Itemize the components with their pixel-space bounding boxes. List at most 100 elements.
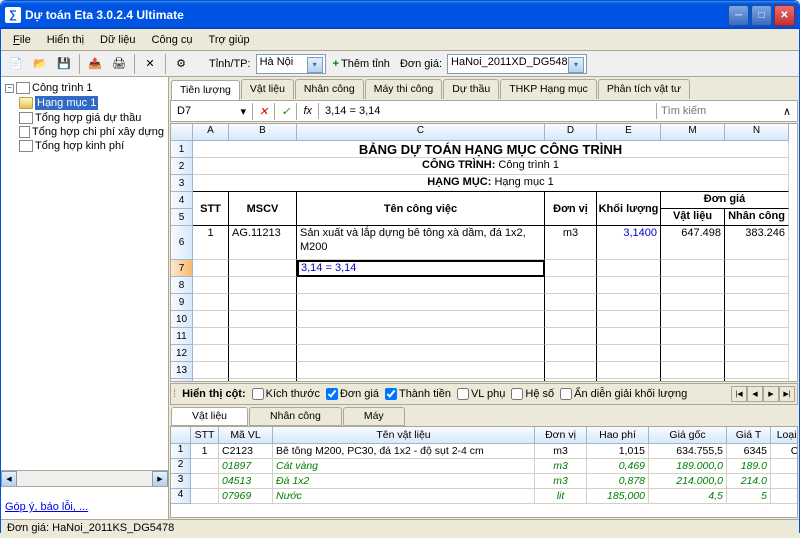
chk-andien[interactable]: Ẩn diễn giải khối lượng	[560, 388, 687, 400]
row-header[interactable]: 5	[171, 209, 193, 226]
row-header[interactable]: 8	[171, 277, 193, 294]
tab-thkp[interactable]: THKP Hạng mục	[500, 79, 597, 99]
tab-duthau[interactable]: Dự thầu	[443, 79, 499, 99]
bhdr-giatt[interactable]: Giá T	[727, 427, 771, 444]
col-header[interactable]: N	[725, 124, 789, 141]
nav-prev-button[interactable]: ◀	[747, 386, 763, 402]
bcell[interactable]: Bê tông M200, PC30, đá 1x2 - độ sụt 2-4 …	[273, 444, 535, 459]
bhdr-giagoc[interactable]: Giá gốc	[649, 427, 727, 444]
bcell[interactable]: 0,469	[587, 459, 649, 474]
settings-button[interactable]: ⚙	[170, 53, 192, 75]
search-input[interactable]	[657, 103, 777, 119]
bcell[interactable]: 07969	[219, 489, 273, 504]
bcell[interactable]	[771, 459, 798, 474]
cell-kl[interactable]: 3,1400	[597, 226, 661, 260]
row-header[interactable]: 10	[171, 311, 193, 328]
bcell[interactable]	[191, 474, 219, 489]
corner-cell[interactable]	[171, 124, 193, 141]
bcell[interactable]: 1,015	[587, 444, 649, 459]
brow-header[interactable]: 4	[171, 489, 191, 504]
row-header[interactable]: 13	[171, 362, 193, 379]
bcell[interactable]: 214.000,0	[649, 474, 727, 489]
bcell[interactable]: C2123	[219, 444, 273, 459]
menu-hienthi[interactable]: Hiển thị	[39, 31, 92, 49]
tinh-combo[interactable]: Hà Nội	[256, 54, 326, 74]
bcell[interactable]: 634.755,5	[649, 444, 727, 459]
tab-tienluong[interactable]: Tiên lượng	[171, 80, 240, 100]
bhdr-mavl[interactable]: Mã VL	[219, 427, 273, 444]
tree-item-hangmuc[interactable]: Hạng mục 1	[3, 95, 166, 111]
col-header[interactable]: M	[661, 124, 725, 141]
sidebar-scrollbar[interactable]: ◀ ▶	[1, 470, 168, 486]
row-header[interactable]: 12	[171, 345, 193, 362]
bcell[interactable]: Nước	[273, 489, 535, 504]
bcell[interactable]: C	[771, 444, 798, 459]
bhdr-haophi[interactable]: Hao phí	[587, 427, 649, 444]
row-header[interactable]: 1	[171, 141, 193, 158]
btab-may[interactable]: Máy	[343, 407, 405, 426]
brow-header[interactable]: 1	[171, 444, 191, 459]
tab-vatlieu[interactable]: Vật liệu	[241, 79, 294, 99]
bcell[interactable]	[771, 489, 798, 504]
feedback-link[interactable]: Góp ý, báo lỗi, ...	[5, 501, 88, 513]
cell-nc[interactable]: 383.246	[725, 226, 789, 260]
row-header[interactable]: 14	[171, 379, 193, 381]
tree-root[interactable]: − Công trình 1	[3, 81, 166, 95]
bcell[interactable]	[191, 459, 219, 474]
tree-item-tonghopchiphi[interactable]: Tổng hợp chi phí xây dựng	[3, 125, 166, 139]
close-button[interactable]: ✕	[774, 5, 795, 26]
fx-button[interactable]: fx	[297, 103, 319, 119]
maximize-button[interactable]: □	[751, 5, 772, 26]
new-button[interactable]: 📄	[5, 53, 27, 75]
btab-nhancong[interactable]: Nhân công	[249, 407, 342, 426]
bcell[interactable]: 1	[191, 444, 219, 459]
row-header[interactable]: 2	[171, 158, 193, 175]
menu-file[interactable]: File	[5, 31, 39, 49]
brow-header[interactable]: 3	[171, 474, 191, 489]
bcell[interactable]: 04513	[219, 474, 273, 489]
bcell[interactable]: m3	[535, 459, 587, 474]
cell-mscv[interactable]: AG.11213	[229, 226, 297, 260]
bcell[interactable]: 189.0	[727, 459, 771, 474]
tool-x-button[interactable]: ✕	[139, 53, 161, 75]
chk-dongia[interactable]: Đơn giá	[326, 388, 379, 400]
bcell[interactable]: Đá 1x2	[273, 474, 535, 489]
scroll-left-button[interactable]: ◀	[1, 471, 17, 487]
chk-kichthuoc[interactable]: Kích thước	[252, 388, 320, 400]
btab-vatlieu[interactable]: Vật liệu	[171, 407, 248, 426]
nav-last-button[interactable]: ▶|	[779, 386, 795, 402]
chk-vlphu[interactable]: VL phụ	[457, 388, 505, 400]
bcell[interactable]: 4,5	[649, 489, 727, 504]
accept-formula-button[interactable]: ✓	[275, 103, 297, 120]
col-header[interactable]: A	[193, 124, 229, 141]
bcell[interactable]: Cát vàng	[273, 459, 535, 474]
bcell[interactable]: m3	[535, 474, 587, 489]
tab-nhancong[interactable]: Nhân công	[295, 79, 364, 99]
cell-vl[interactable]: 647.498	[661, 226, 725, 260]
menu-congcu[interactable]: Công cụ	[144, 31, 201, 49]
row-header-selected[interactable]: 7	[171, 260, 193, 277]
bcell[interactable]	[191, 489, 219, 504]
row-header[interactable]: 4	[171, 192, 193, 209]
chk-thanhtien[interactable]: Thành tiền	[385, 388, 451, 400]
row-header[interactable]: 11	[171, 328, 193, 345]
search-expand-button[interactable]: ∧	[777, 105, 797, 118]
add-tinh-button[interactable]: +Thêm tỉnh	[328, 53, 395, 75]
menu-trogiup[interactable]: Trợ giúp	[201, 31, 258, 49]
tree-item-tonghopgia[interactable]: Tổng hợp giá dự thầu	[3, 111, 166, 125]
collapse-icon[interactable]: −	[5, 84, 14, 93]
chk-heso[interactable]: Hệ số	[511, 388, 554, 400]
col-header[interactable]: C	[297, 124, 545, 141]
bcell[interactable]: 0,878	[587, 474, 649, 489]
bcell[interactable]: 6345	[727, 444, 771, 459]
cancel-formula-button[interactable]: ✕	[253, 103, 275, 120]
bcell[interactable]: 185,000	[587, 489, 649, 504]
bcell[interactable]: 01897	[219, 459, 273, 474]
export-button[interactable]: 📤	[84, 53, 106, 75]
brow-header[interactable]: 2	[171, 459, 191, 474]
bhdr-dv[interactable]: Đơn vị	[535, 427, 587, 444]
print-button[interactable]: 🖨	[108, 53, 130, 75]
bcell[interactable]: m3	[535, 444, 587, 459]
menu-dulieu[interactable]: Dữ liệu	[92, 31, 144, 49]
col-header[interactable]: D	[545, 124, 597, 141]
